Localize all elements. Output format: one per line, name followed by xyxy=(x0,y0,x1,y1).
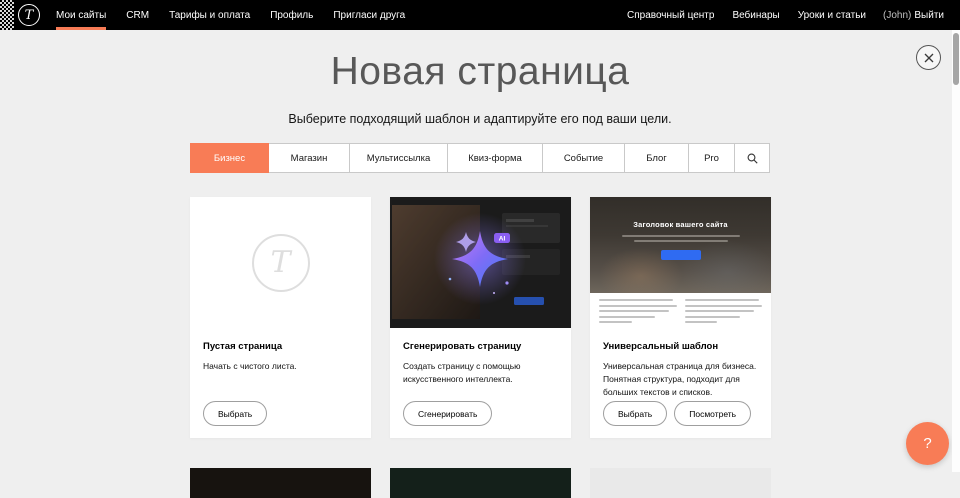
close-icon xyxy=(924,53,934,63)
tab-event[interactable]: Событие xyxy=(543,143,625,173)
card-title: Пустая страница xyxy=(203,341,358,352)
nav-item-help-center[interactable]: Справочный центр xyxy=(618,0,723,30)
page-title: Новая страница xyxy=(0,50,960,94)
topbar: T Мои сайты CRM Тарифы и оплата Профиль … xyxy=(0,0,960,30)
card-preview-universal[interactable]: Заголовок вашего сайта xyxy=(590,197,771,328)
card-description: Универсальная страница для бизнеса. Поня… xyxy=(603,360,758,400)
placeholder-line xyxy=(622,235,740,237)
nav-item-webinars[interactable]: Вебинары xyxy=(723,0,788,30)
template-tabs: Бизнес Магазин Мультиссылка Квиз-форма С… xyxy=(190,143,770,173)
preview-cta-button xyxy=(661,250,701,260)
topbar-nav: Мои сайты CRM Тарифы и оплата Профиль Пр… xyxy=(46,0,415,30)
card-actions: Выбрать xyxy=(203,401,358,426)
card-title: Сгенерировать страницу xyxy=(403,341,558,352)
tab-multilink[interactable]: Мультиссылка xyxy=(350,143,448,173)
card-description: Создать страницу с помощью искусственног… xyxy=(403,360,558,386)
question-icon: ? xyxy=(923,435,931,452)
placeholder-line xyxy=(685,305,763,307)
tab-quiz-form[interactable]: Квиз-форма xyxy=(448,143,543,173)
placeholder-text-column xyxy=(685,299,763,328)
tab-blog[interactable]: Блог xyxy=(625,143,689,173)
ai-artwork: AI xyxy=(390,197,571,328)
svg-text:AI: AI xyxy=(499,236,506,243)
card-title: Универсальный шаблон xyxy=(603,341,758,352)
card-body: Сгенерировать страницу Создать страницу … xyxy=(390,328,571,438)
tilda-pattern xyxy=(0,0,14,30)
user-name: (John) xyxy=(883,10,911,21)
placeholder-text-column xyxy=(599,299,677,328)
card-preview-ai[interactable]: AI xyxy=(390,197,571,328)
tab-pro[interactable]: Pro xyxy=(689,143,735,173)
nav-item-billing[interactable]: Тарифы и оплата xyxy=(159,0,260,30)
nav-item-crm[interactable]: CRM xyxy=(116,0,159,30)
scrollbar-thumb[interactable] xyxy=(953,33,959,85)
placeholder-line xyxy=(599,305,677,307)
card-actions: Сгенерировать xyxy=(403,401,558,426)
card-preview-blank[interactable]: T xyxy=(190,197,371,328)
logout-link[interactable]: Выйти xyxy=(914,10,944,21)
placeholder-line xyxy=(599,310,669,312)
card-body: Пустая страница Начать с чистого листа. … xyxy=(190,328,371,438)
preview-button[interactable]: Посмотреть xyxy=(674,401,751,426)
search-icon xyxy=(747,153,758,164)
select-button[interactable]: Выбрать xyxy=(603,401,667,426)
tilda-watermark-icon: T xyxy=(252,234,310,292)
template-card-universal: Заголовок вашего сайта xyxy=(590,197,771,438)
template-card-partial[interactable] xyxy=(590,468,771,498)
card-description: Начать с чистого листа. xyxy=(203,360,358,373)
page-subtitle: Выберите подходящий шаблон и адаптируйте… xyxy=(0,112,960,126)
nav-item-profile[interactable]: Профиль xyxy=(260,0,323,30)
placeholder-line xyxy=(599,316,655,318)
tab-shop[interactable]: Магазин xyxy=(269,143,350,173)
placeholder-line xyxy=(685,310,755,312)
template-card-generate: AI Сгенерировать страницу Создать страни… xyxy=(390,197,571,438)
placeholder-line xyxy=(599,321,632,323)
card-actions: Выбрать Посмотреть xyxy=(603,401,758,426)
preview-hero-heading: Заголовок вашего сайта xyxy=(633,220,728,229)
tilda-logo[interactable]: T xyxy=(18,4,40,26)
scrollbar[interactable] xyxy=(952,30,960,472)
card-body: Универсальный шаблон Универсальная стран… xyxy=(590,328,771,438)
close-button[interactable] xyxy=(916,45,941,70)
placeholder-line xyxy=(685,321,718,323)
template-card-partial[interactable] xyxy=(190,468,371,498)
topbar-nav-right: Справочный центр Вебинары Уроки и статьи… xyxy=(618,0,960,30)
preview-hero: Заголовок вашего сайта xyxy=(590,197,771,293)
select-button[interactable]: Выбрать xyxy=(203,401,267,426)
placeholder-line xyxy=(599,299,673,301)
generate-button[interactable]: Сгенерировать xyxy=(403,401,492,426)
tab-search[interactable] xyxy=(735,143,770,173)
tilda-logo-letter: T xyxy=(25,9,34,22)
placeholder-line xyxy=(634,240,728,242)
template-card-blank: T Пустая страница Начать с чистого листа… xyxy=(190,197,371,438)
preview-text-section xyxy=(590,293,771,328)
template-cards-row2 xyxy=(190,468,771,498)
template-card-partial[interactable] xyxy=(390,468,571,498)
template-cards: T Пустая страница Начать с чистого листа… xyxy=(190,197,771,438)
placeholder-line xyxy=(685,299,759,301)
placeholder-line xyxy=(685,316,741,318)
nav-item-lessons[interactable]: Уроки и статьи xyxy=(789,0,875,30)
nav-item-invite-friend[interactable]: Пригласи друга xyxy=(323,0,415,30)
help-button[interactable]: ? xyxy=(906,422,949,465)
nav-item-my-sites[interactable]: Мои сайты xyxy=(46,0,116,30)
tab-business[interactable]: Бизнес xyxy=(190,143,269,173)
